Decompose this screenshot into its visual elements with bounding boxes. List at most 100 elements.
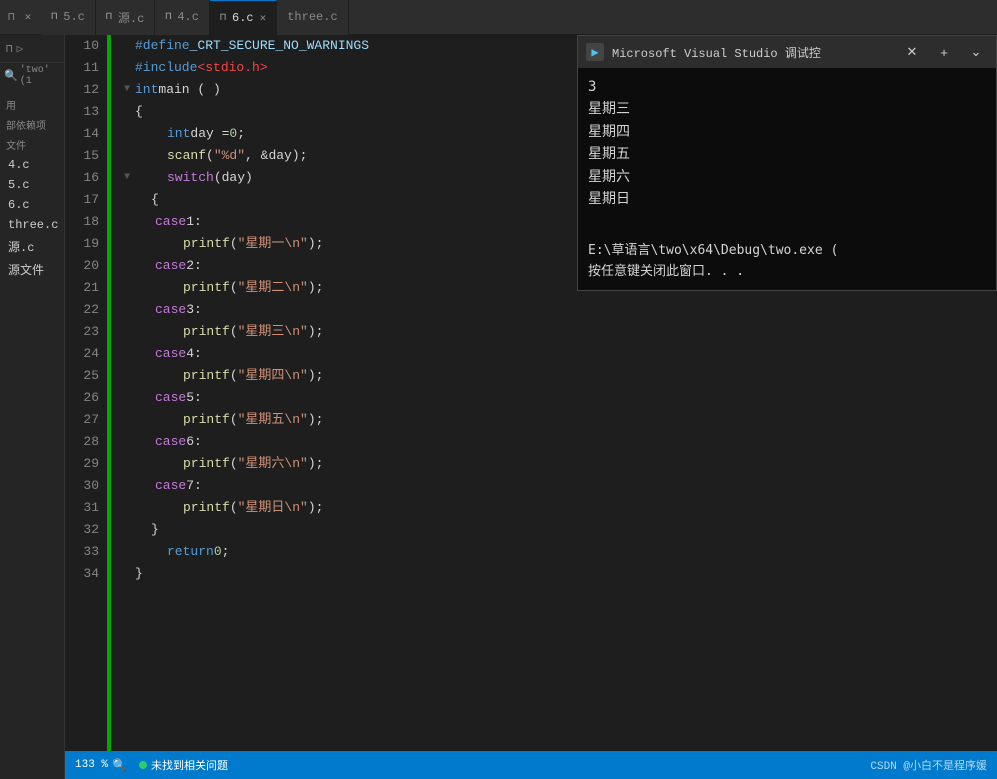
token-printf-str: "星期六\n": [238, 453, 308, 475]
token-switch-arg: (day): [214, 167, 253, 189]
line-number-33: 33: [65, 541, 99, 563]
token-printf-end: );: [308, 409, 324, 431]
token-printf-end: );: [308, 233, 324, 255]
sidebar-item-threec[interactable]: three.c: [0, 215, 64, 235]
token-semi2: ;: [222, 541, 230, 563]
line-number-28: 28: [65, 431, 99, 453]
token-brace: }: [151, 519, 159, 541]
token-include: #include: [135, 57, 197, 79]
sidebar-item-4c[interactable]: 4.c: [0, 155, 64, 175]
token-printf-end: );: [308, 497, 324, 519]
console-close-button[interactable]: ✕: [900, 42, 924, 62]
sidebar-search[interactable]: 🔍 'two' (1: [0, 63, 64, 89]
fold-icon-16[interactable]: ▼: [119, 167, 135, 189]
token-return: return: [167, 541, 214, 563]
line-number-13: 13: [65, 101, 99, 123]
code-line-32: }: [119, 519, 997, 541]
code-line-25: printf("星期四\n");: [119, 365, 997, 387]
token-printf-paren: (: [230, 233, 238, 255]
token-main: main ( ): [158, 79, 220, 101]
token-printf-str: "星期日\n": [238, 497, 308, 519]
tab-label: 6.c: [232, 11, 254, 25]
line-number-19: 19: [65, 233, 99, 255]
sidebar-arrow-icon[interactable]: ▷: [17, 42, 24, 56]
code-line-27: printf("星期五\n");: [119, 409, 997, 431]
main-area: ⊓ ▷ 🔍 'two' (1 用 部依赖项 文件 4.c5.c6.cthree.…: [0, 35, 997, 779]
section-label-dep: 部依赖项: [0, 115, 64, 135]
close-all-icon[interactable]: ✕: [21, 8, 36, 26]
code-line-33: return 0;: [119, 541, 997, 563]
token-printf-paren: (: [230, 409, 238, 431]
sidebar-item-源c[interactable]: 源.c: [0, 235, 64, 258]
code-editor[interactable]: 1011121314151617181920212223242526272829…: [65, 35, 997, 751]
token-case: case: [155, 431, 186, 453]
token-switch: switch: [167, 167, 214, 189]
sidebar-item-6c[interactable]: 6.c: [0, 195, 64, 215]
code-line-31: printf("星期日\n");: [119, 497, 997, 519]
console-output-line: 星期六: [588, 166, 986, 188]
tab-5c[interactable]: ⊓5.c: [41, 0, 96, 35]
tab-6c[interactable]: ⊓6.c✕: [210, 0, 277, 35]
line-number-30: 30: [65, 475, 99, 497]
sidebar-items: 4.c5.c6.cthree.c源.c源文件: [0, 155, 64, 281]
token-printf-str: "星期五\n": [238, 409, 308, 431]
token-define: #define: [135, 35, 190, 57]
console-title-text: Microsoft Visual Studio 调试控: [612, 44, 892, 61]
search-icon[interactable]: 🔍: [4, 69, 18, 83]
tabs-container: ⊓5.c⊓源.c⊓4.c⊓6.c✕three.c: [41, 0, 348, 35]
search-label: 'two' (1: [20, 65, 60, 87]
tab-源c[interactable]: ⊓ 源.c: [96, 0, 155, 35]
line-number-12: 12: [65, 79, 99, 101]
sidebar-item-5c[interactable]: 5.c: [0, 175, 64, 195]
sidebar-pin-icon[interactable]: ⊓: [6, 42, 13, 56]
token-case-num: 1:: [186, 211, 202, 233]
pin-icon[interactable]: ⊓: [4, 8, 19, 26]
token-code: day =: [190, 123, 229, 145]
console-overlay: ▶ Microsoft Visual Studio 调试控 ✕ + ⌄ 3星期三…: [577, 35, 997, 291]
tab-close-icon[interactable]: ✕: [260, 11, 267, 25]
status-message: 未找到相关问题: [151, 757, 228, 773]
token-int: int: [167, 123, 190, 145]
status-dot: [139, 761, 147, 769]
tab-label: 源.c: [118, 9, 144, 26]
token-case-num: 6:: [186, 431, 202, 453]
token-printf: printf: [183, 233, 230, 255]
token-semi: ;: [237, 123, 245, 145]
token-printf-paren: (: [230, 453, 238, 475]
tab-pin-icon: ⊓: [165, 11, 171, 23]
console-menu-button[interactable]: ⌄: [964, 42, 988, 62]
token-printf: printf: [183, 409, 230, 431]
token-printf-paren: (: [230, 321, 238, 343]
token-printf-paren: (: [230, 277, 238, 299]
line-number-26: 26: [65, 387, 99, 409]
tab-4c[interactable]: ⊓4.c: [155, 0, 210, 35]
token-printf: printf: [183, 497, 230, 519]
fold-icon-12[interactable]: ▼: [119, 79, 135, 101]
line-number-11: 11: [65, 57, 99, 79]
token-case-num: 7:: [186, 475, 202, 497]
token-case: case: [155, 475, 186, 497]
status-message-item[interactable]: 未找到相关问题: [139, 757, 228, 773]
zoom-value: 133 %: [75, 759, 108, 771]
line-number-16: 16: [65, 167, 99, 189]
line-number-32: 32: [65, 519, 99, 541]
code-line-29: printf("星期六\n");: [119, 453, 997, 475]
tab-bar-controls: ⊓ ✕: [4, 8, 35, 26]
console-path: E:\草语言\two\x64\Debug\two.exe (: [588, 241, 986, 262]
line-number-24: 24: [65, 343, 99, 365]
token-printf-str: "星期二\n": [238, 277, 308, 299]
tab-pin-icon: ⊓: [106, 11, 112, 23]
console-add-button[interactable]: +: [932, 42, 956, 62]
console-body: 3星期三星期四星期五星期六星期日E:\草语言\two\x64\Debug\two…: [578, 68, 996, 290]
token-case-num: 5:: [186, 387, 202, 409]
tab-threec[interactable]: three.c: [277, 0, 348, 35]
sidebar-item-源文件[interactable]: 源文件: [0, 258, 64, 281]
token-printf-end: );: [308, 453, 324, 475]
console-output-line: 星期日: [588, 188, 986, 210]
token-printf: printf: [183, 365, 230, 387]
token-printf-str: "星期三\n": [238, 321, 308, 343]
token-brace: }: [135, 563, 143, 585]
zoom-icon: 🔍: [112, 758, 127, 773]
zoom-item[interactable]: 133 % 🔍: [75, 758, 127, 773]
console-output-line: 星期三: [588, 98, 986, 120]
